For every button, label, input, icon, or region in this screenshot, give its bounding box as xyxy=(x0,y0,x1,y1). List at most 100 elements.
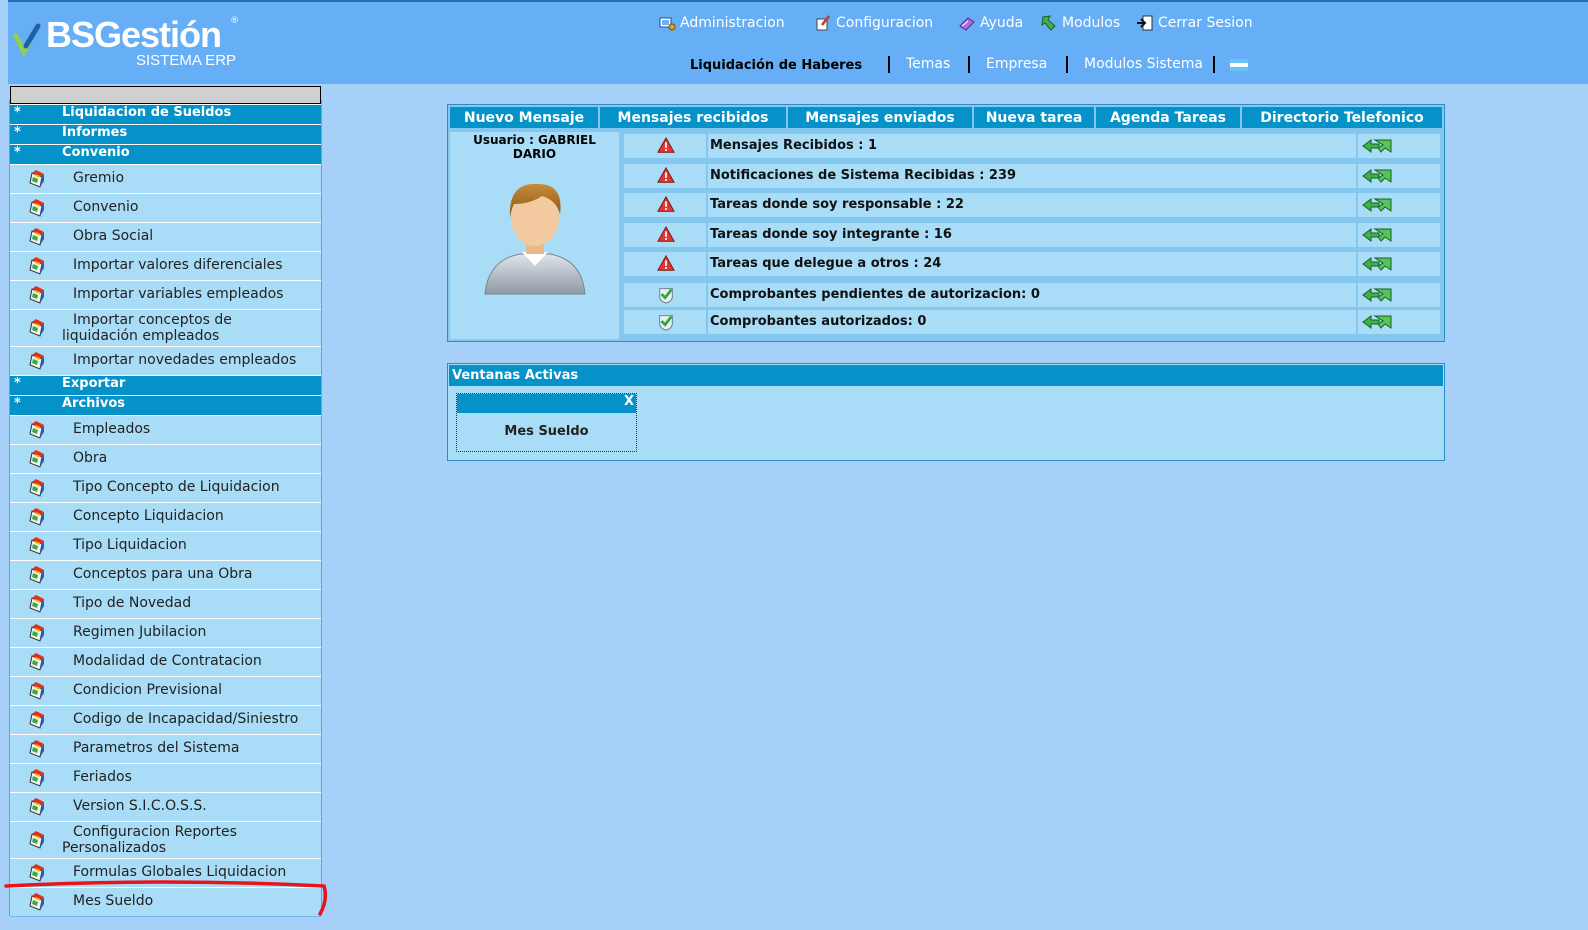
sidebar-item-conceptos-para-una-obra[interactable]: Conceptos para una Obra xyxy=(10,560,321,590)
message-text: Comprobantes pendientes de autorizacion:… xyxy=(708,283,1356,307)
message-text: Comprobantes autorizados: 0 xyxy=(708,310,1356,334)
sidebar-section-liquidacion-de-sueldos[interactable]: * Liquidacion de Sueldos xyxy=(10,104,321,125)
sidebar-item-importar-valores-diferenciales[interactable]: Importar valores diferenciales xyxy=(10,251,321,281)
report-item-icon xyxy=(29,508,44,526)
menu-modulos-label: Modulos xyxy=(1062,15,1121,31)
section-label: Archivos xyxy=(62,396,126,411)
message-text: Notificaciones de Sistema Recibidas : 23… xyxy=(708,164,1356,188)
tab-agenda-tareas[interactable]: Agenda Tareas xyxy=(1096,107,1240,128)
action-cell xyxy=(1358,310,1440,334)
sidebar-item-importar-variables-empleados[interactable]: Importar variables empleados xyxy=(10,280,321,310)
message-text: Tareas que delegue a otros : 24 xyxy=(708,252,1356,276)
tab-directorio-telefonico[interactable]: Directorio Telefonico xyxy=(1242,107,1442,128)
sidebar-item-label: Gremio xyxy=(73,170,125,186)
logo-registered: ® xyxy=(230,16,239,26)
tab-nuevo-mensaje[interactable]: Nuevo Mensaje xyxy=(450,107,598,128)
sidebar-item-configuracion-reportes-personalizados[interactable]: Configuracion Reportes Personalizados xyxy=(10,821,321,859)
menu-administracion[interactable]: Administracion xyxy=(658,12,785,34)
active-window-item[interactable]: X Mes Sueldo xyxy=(456,393,637,452)
sidebar-item-parametros-del-sistema[interactable]: Parametros del Sistema xyxy=(10,734,321,764)
nav-link-modulos-sistema[interactable]: Modulos Sistema xyxy=(1084,56,1203,72)
report-item-icon xyxy=(29,228,44,246)
menu-cerrar-sesion-label: Cerrar Sesion xyxy=(1158,15,1253,31)
report-item-icon xyxy=(29,682,44,700)
warning-icon xyxy=(657,167,675,183)
report-item-icon xyxy=(29,595,44,613)
go-arrow-icon[interactable] xyxy=(1361,167,1393,185)
message-text: Tareas donde soy integrante : 16 xyxy=(708,223,1356,247)
sidebar-item-gremio[interactable]: Gremio xyxy=(10,164,321,194)
status-cell xyxy=(624,283,706,307)
bsgestion-logo[interactable]: BSGestión ® SISTEMA ERP xyxy=(12,12,252,76)
tab-mensajes-recibidos[interactable]: Mensajes recibidos xyxy=(600,107,786,128)
sidebar-item-label: Condicion Previsional xyxy=(73,682,222,698)
report-item-icon xyxy=(29,170,44,188)
section-label: Liquidacion de Sueldos xyxy=(62,105,232,120)
sidebar-item-obra-social[interactable]: Obra Social xyxy=(10,222,321,252)
sidebar-search-box[interactable] xyxy=(10,86,321,104)
report-item-icon xyxy=(29,479,44,497)
report-item-icon xyxy=(29,319,44,337)
go-arrow-icon[interactable] xyxy=(1361,226,1393,244)
status-cell xyxy=(624,223,706,247)
sidebar-item-condicion-previsional[interactable]: Condicion Previsional xyxy=(10,676,321,706)
menu-cerrar-sesion[interactable]: Cerrar Sesion xyxy=(1136,12,1253,34)
active-window-title[interactable]: Mes Sueldo xyxy=(457,424,636,439)
tab-nueva-tarea[interactable]: Nueva tarea xyxy=(974,107,1094,128)
go-arrow-icon[interactable] xyxy=(1361,196,1393,214)
sidebar-item-tipo-de-novedad[interactable]: Tipo de Novedad xyxy=(10,589,321,619)
nav-link-empresa[interactable]: Empresa xyxy=(986,56,1047,72)
argentina-flag-icon[interactable] xyxy=(1230,59,1248,71)
check-shield-icon xyxy=(659,288,673,304)
sidebar-item-feriados[interactable]: Feriados xyxy=(10,763,321,793)
sidebar-item-version-s-i-c-o-s-s-[interactable]: Version S.I.C.O.S.S. xyxy=(10,792,321,822)
sidebar-item-importar-conceptos-de-liquidación-empleados[interactable]: Importar conceptos de liquidación emplea… xyxy=(10,309,321,347)
go-arrow-icon[interactable] xyxy=(1361,286,1393,304)
section-label: Convenio xyxy=(62,145,130,160)
message-row: Tareas donde soy integrante : 16 xyxy=(624,223,1440,247)
sidebar-item-codigo-de-incapacidad-siniestro[interactable]: Codigo de Incapacidad/Siniestro xyxy=(10,705,321,735)
warning-icon xyxy=(657,255,675,271)
sidebar-item-concepto-liquidacion[interactable]: Concepto Liquidacion xyxy=(10,502,321,532)
sidebar-item-label: Tipo Liquidacion xyxy=(73,537,187,553)
sidebar-section-convenio[interactable]: * Convenio xyxy=(10,144,321,165)
sidebar-section-exportar[interactable]: * Exportar xyxy=(10,375,321,396)
warning-icon xyxy=(657,226,675,242)
sidebar-section-informes[interactable]: * Informes xyxy=(10,124,321,145)
sidebar-item-convenio[interactable]: Convenio xyxy=(10,193,321,223)
sidebar-item-importar-novedades-empleados[interactable]: Importar novedades empleados xyxy=(10,346,321,376)
logo-mark-icon xyxy=(13,23,41,56)
menu-configuracion[interactable]: Configuracion xyxy=(814,12,933,34)
sidebar-item-empleados[interactable]: Empleados xyxy=(10,415,321,445)
menu-ayuda[interactable]: Ayuda xyxy=(958,12,1023,34)
sidebar-item-regimen-jubilacion[interactable]: Regimen Jubilacion xyxy=(10,618,321,648)
go-arrow-icon[interactable] xyxy=(1361,137,1393,155)
current-module-label: Liquidación de Haberes xyxy=(690,58,863,73)
sidebar-border xyxy=(321,100,322,916)
sidebar-item-obra[interactable]: Obra xyxy=(10,444,321,474)
section-label: Informes xyxy=(62,125,128,140)
header-top-line xyxy=(8,0,1588,2)
sidebar-item-modalidad-de-contratacion[interactable]: Modalidad de Contratacion xyxy=(10,647,321,677)
report-item-icon xyxy=(29,740,44,758)
message-row: Mensajes Recibidos : 1 xyxy=(624,134,1440,158)
sidebar-section-archivos[interactable]: * Archivos xyxy=(10,395,321,416)
message-row: Tareas donde soy responsable : 22 xyxy=(624,193,1440,217)
go-arrow-icon[interactable] xyxy=(1361,255,1393,273)
user-avatar xyxy=(484,183,586,295)
action-cell xyxy=(1358,193,1440,217)
close-window-button[interactable]: X xyxy=(624,394,634,409)
go-arrow-icon[interactable] xyxy=(1361,313,1393,331)
tab-mensajes-enviados[interactable]: Mensajes enviados xyxy=(788,107,972,128)
sidebar-item-label: Configuracion Reportes Personalizados xyxy=(62,824,237,856)
user-box: Usuario : GABRIEL DARIO xyxy=(450,132,619,339)
messages-tabs: Nuevo Mensaje Mensajes recibidos Mensajes … xyxy=(450,107,1442,128)
action-cell xyxy=(1358,164,1440,188)
sidebar-item-tipo-concepto-de-liquidacion[interactable]: Tipo Concepto de Liquidacion xyxy=(10,473,321,503)
action-cell xyxy=(1358,283,1440,307)
menu-ayuda-label: Ayuda xyxy=(980,15,1024,31)
sidebar-item-tipo-liquidacion[interactable]: Tipo Liquidacion xyxy=(10,531,321,561)
menu-modulos[interactable]: Modulos xyxy=(1040,12,1120,34)
menu-configuracion-label: Configuracion xyxy=(836,15,934,31)
nav-link-temas[interactable]: Temas xyxy=(906,56,950,72)
